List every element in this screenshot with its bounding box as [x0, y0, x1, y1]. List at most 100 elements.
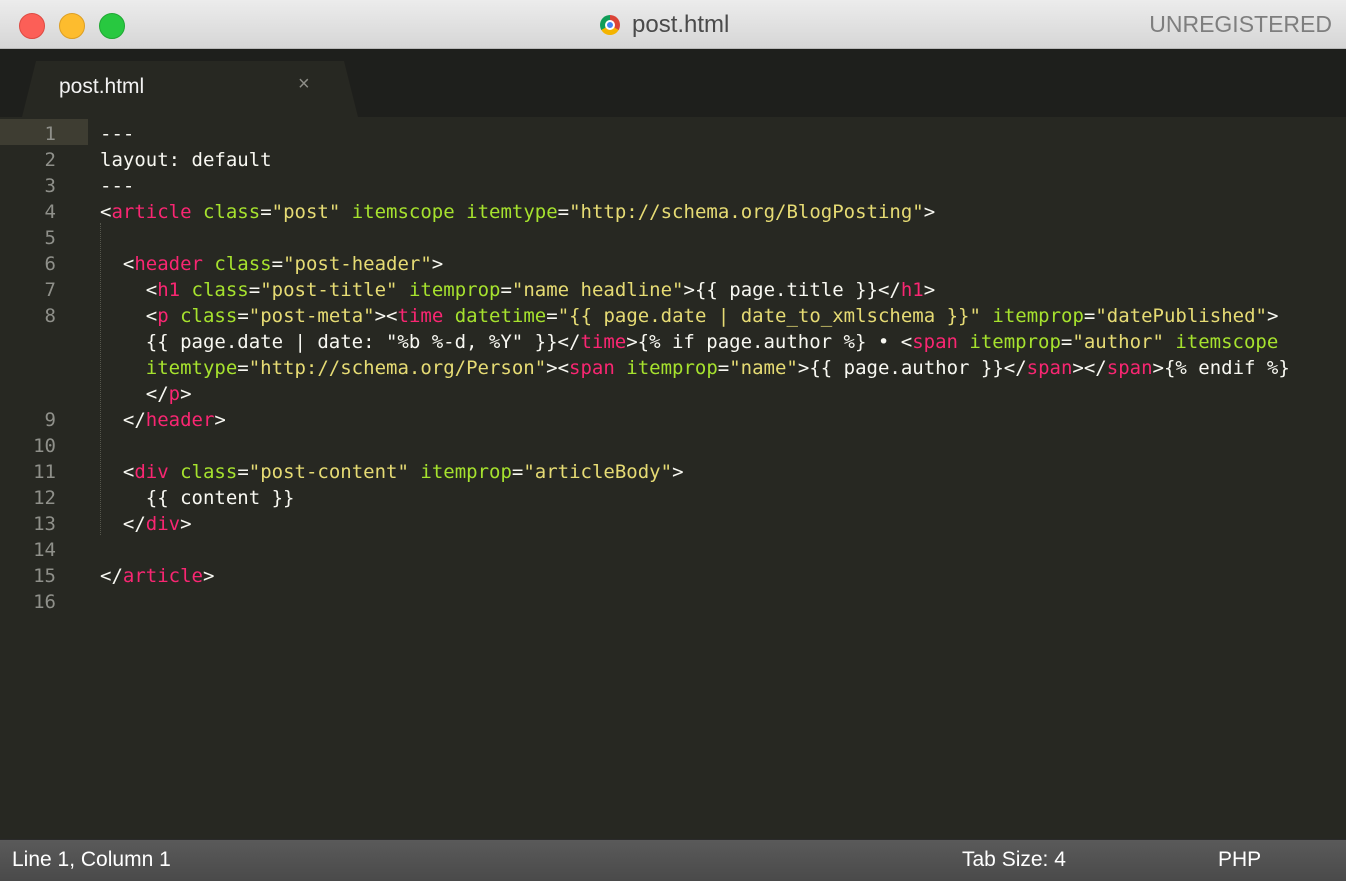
code-token: div — [145, 513, 181, 535]
syntax-selector[interactable]: PHP — [1218, 848, 1261, 872]
code-line[interactable]: </article> — [100, 563, 214, 589]
line-number: 9 — [44, 409, 56, 431]
code-token: < — [100, 305, 158, 327]
line-number: 16 — [33, 591, 56, 613]
code-token: > — [202, 565, 215, 587]
code-token: "author" — [1072, 331, 1164, 353]
code-line[interactable]: <div class="post-content" itemprop="arti… — [100, 459, 684, 485]
line-number-gutter: 1 2 3 4 5 6 7 8 9 10 11 12 13 14 15 16 — [0, 119, 88, 839]
code-line[interactable]: <header class="post-header"> — [100, 251, 443, 277]
code-token: </ — [100, 565, 123, 587]
unregistered-label: UNREGISTERED — [1149, 11, 1332, 37]
code-token: {{ content }} — [100, 487, 295, 509]
minimize-window-button[interactable] — [59, 13, 85, 39]
code-token: span — [569, 357, 615, 379]
line-number: 10 — [33, 435, 56, 457]
code-token: itemtype — [145, 357, 238, 379]
code-token: p — [157, 305, 169, 327]
code-line[interactable]: </header> — [100, 407, 226, 433]
code-line[interactable]: </div> — [100, 511, 192, 537]
code-token: >{{ page.author }}</ — [797, 357, 1027, 379]
zoom-window-button[interactable] — [99, 13, 125, 39]
code-area[interactable]: --- layout: default --- <article class="pos… — [100, 119, 1346, 839]
code-token: div — [134, 461, 169, 483]
code-token: </ — [100, 409, 146, 431]
tab-post-html[interactable]: post.html × — [22, 61, 358, 117]
code-token: > — [180, 383, 192, 405]
code-line[interactable]: {{ page.date | date: "%b %-d, %Y" }}</ti… — [100, 329, 1279, 355]
tab-label[interactable]: post.html — [59, 75, 144, 99]
code-editor[interactable]: 1 2 3 4 5 6 7 8 9 10 11 12 13 14 15 16 --- layout: defau… — [0, 119, 1346, 839]
line-number: 4 — [44, 201, 56, 223]
code-line[interactable]: itemtype="http://schema.org/Person"><spa… — [100, 355, 1290, 381]
code-token: span — [1106, 357, 1153, 379]
code-token: = — [500, 279, 512, 301]
line-number: 7 — [44, 279, 56, 301]
code-token: class — [180, 305, 238, 327]
code-token: p — [168, 383, 181, 405]
code-token: itemtype — [466, 201, 558, 223]
code-token: >{{ page.title }}</ — [683, 279, 901, 301]
code-token: > — [923, 201, 936, 223]
code-token: article — [111, 201, 192, 223]
code-token: "post-title" — [260, 279, 398, 301]
code-token: > — [431, 253, 444, 275]
code-token: "post-meta" — [248, 305, 375, 327]
code-token: "post" — [271, 201, 341, 223]
code-token: = — [1083, 305, 1096, 327]
close-window-button[interactable] — [19, 13, 45, 39]
code-line[interactable]: <article class="post" itemscope itemtype… — [100, 199, 935, 225]
code-token: {{ page.date | date: "%b %-d, %Y" }}</ — [100, 331, 581, 353]
code-token: < — [100, 279, 158, 301]
code-token: h1 — [900, 279, 924, 301]
code-token: = — [271, 253, 284, 275]
code-line[interactable]: <h1 class="post-title" itemprop="name he… — [100, 277, 935, 303]
cursor-position: Line 1, Column 1 — [12, 848, 171, 871]
code-token: >< — [546, 357, 570, 379]
tab-size-selector[interactable]: Tab Size: 4 — [962, 848, 1066, 872]
title-bar[interactable]: post.html UNREGISTERED — [0, 0, 1346, 49]
code-token: h1 — [157, 279, 181, 301]
code-token: "http://schema.org/BlogPosting" — [569, 201, 924, 223]
code-token: = — [260, 201, 272, 223]
line-number: 2 — [44, 149, 56, 171]
code-token: layout: default — [100, 149, 272, 171]
code-token: > — [672, 461, 684, 483]
code-line[interactable]: layout: default — [100, 147, 272, 173]
code-line[interactable]: {{ content }} — [100, 485, 295, 511]
line-number: 12 — [33, 487, 56, 509]
code-token: class — [202, 201, 261, 223]
code-token: itemprop — [969, 331, 1061, 353]
code-token: >< — [374, 305, 398, 327]
code-line[interactable]: <p class="post-meta"><time datetime="{{ … — [100, 303, 1279, 329]
code-token: "post-content" — [248, 461, 409, 483]
code-line[interactable]: </p> — [100, 381, 192, 407]
code-token: class — [180, 461, 238, 483]
code-line[interactable]: --- — [100, 121, 134, 147]
code-token: > — [923, 279, 936, 301]
code-token: = — [237, 305, 249, 327]
code-token: "name" — [729, 357, 798, 379]
code-token: >{% endif %} — [1152, 357, 1290, 379]
code-line[interactable]: --- — [100, 173, 134, 199]
code-token: = — [511, 461, 524, 483]
code-token: itemprop — [992, 305, 1084, 327]
line-number: 1 — [44, 123, 56, 145]
code-token: "datePublished" — [1095, 305, 1267, 327]
code-token: = — [237, 357, 249, 379]
tab-bar: post.html × — [0, 49, 1346, 117]
code-token: < — [100, 201, 112, 223]
close-tab-icon[interactable]: × — [298, 73, 310, 96]
editor-window: post.html UNREGISTERED post.html × 12345… — [0, 0, 1346, 881]
